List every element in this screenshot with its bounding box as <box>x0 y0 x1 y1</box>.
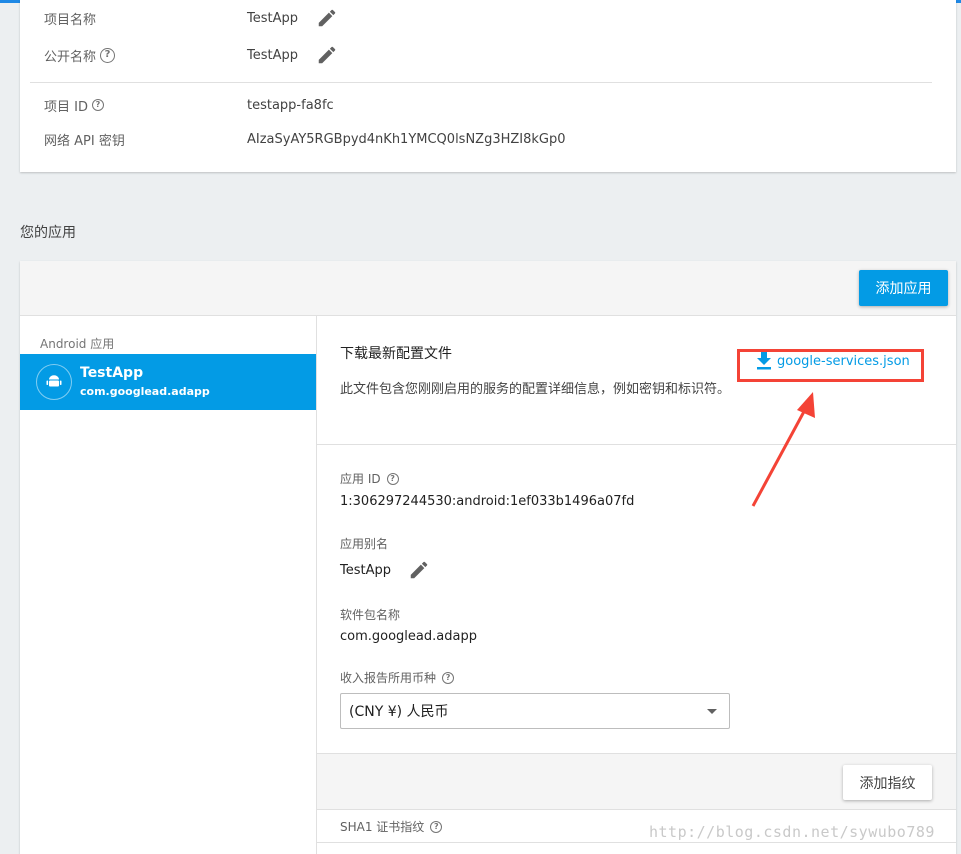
sidebar-app-name: TestApp <box>80 365 144 381</box>
add-fingerprint-button[interactable]: 添加指纹 <box>843 765 932 800</box>
currency-label-wrap: 收入报告所用币种 ? <box>340 669 455 686</box>
fingerprint-bar: 添加指纹 <box>317 753 956 810</box>
public-name-value-wrap: TestApp <box>247 44 338 66</box>
edit-nickname-icon[interactable] <box>408 559 430 581</box>
help-icon[interactable]: ? <box>91 99 104 111</box>
download-google-services-link[interactable]: google-services.json <box>756 352 910 370</box>
download-config-section: 下载最新配置文件 此文件包含您刚刚启用的服务的配置详细信息，例如密钥和标识符。 … <box>317 316 956 445</box>
api-key-value: AIzaSyAY5RGBpyd4nKh1YMCQ0lsNZg3HZI8kGp0 <box>247 131 566 147</box>
package-name-value: com.googlead.adapp <box>340 629 477 644</box>
sha1-label-wrap: SHA1 证书指纹 ? <box>340 818 443 835</box>
add-app-button[interactable]: 添加应用 <box>859 270 948 306</box>
project-name-value-wrap: TestApp <box>247 7 338 29</box>
dropdown-caret-icon <box>707 709 717 714</box>
package-name-label: 软件包名称 <box>340 608 401 622</box>
currency-label: 收入报告所用币种 <box>340 671 437 685</box>
apps-header: 添加应用 <box>20 261 956 316</box>
apps-section-title: 您的应用 <box>20 225 76 241</box>
sha1-divider <box>317 842 956 843</box>
app-id-label-wrap: 应用 ID ? <box>340 470 399 487</box>
api-key-row: 网络 API 密钥 AIzaSyAY5RGBpyd4nKh1YMCQ0lsNZg… <box>20 124 956 154</box>
android-icon <box>36 364 72 400</box>
help-icon[interactable]: ? <box>430 820 443 833</box>
app-detail-panel: 下载最新配置文件 此文件包含您刚刚启用的服务的配置详细信息，例如密钥和标识符。 … <box>317 316 956 854</box>
apps-card: 添加应用 Android 应用 TestApp com.googlead.ada… <box>20 261 956 854</box>
project-id-label-wrap: 项目 ID ? <box>44 96 104 115</box>
edit-project-name-icon[interactable] <box>316 7 338 29</box>
help-icon[interactable]: ? <box>100 47 116 63</box>
download-file-name: google-services.json <box>777 353 910 369</box>
edit-public-name-icon[interactable] <box>316 44 338 66</box>
currency-selected-value: (CNY ¥) 人民币 <box>349 704 449 720</box>
android-apps-heading: Android 应用 <box>40 337 115 351</box>
download-icon <box>757 352 771 370</box>
project-name-label: 项目名称 <box>44 12 97 28</box>
project-divider <box>30 82 932 83</box>
app-id-label: 应用 ID <box>340 472 381 486</box>
apps-sidebar: Android 应用 TestApp com.googlead.adapp <box>20 316 317 854</box>
sidebar-app-package: com.googlead.adapp <box>80 385 210 398</box>
sidebar-item-testapp[interactable]: TestApp com.googlead.adapp <box>20 354 316 410</box>
help-icon[interactable]: ? <box>386 472 399 485</box>
public-name-label-wrap: 公开名称 ? <box>44 46 116 65</box>
currency-select[interactable]: (CNY ¥) 人民币 <box>340 693 730 729</box>
project-id-value: testapp-fa8fc <box>247 97 334 113</box>
app-nickname-label: 应用别名 <box>340 537 389 551</box>
project-id-row: 项目 ID ? testapp-fa8fc <box>20 90 956 120</box>
project-id-label: 项目 ID <box>44 99 88 115</box>
help-icon[interactable]: ? <box>442 671 455 684</box>
project-name-value: TestApp <box>247 10 298 26</box>
api-key-label: 网络 API 密钥 <box>44 133 125 149</box>
project-settings-card: 项目名称 TestApp 公开名称 ? TestApp 项目 ID ? test… <box>20 0 956 172</box>
public-name-value: TestApp <box>247 47 298 63</box>
public-name-label: 公开名称 <box>44 49 97 65</box>
watermark-text: http://blog.csdn.net/sywubo789 <box>649 823 935 841</box>
sha1-label: SHA1 证书指纹 <box>340 820 425 834</box>
download-config-description: 此文件包含您刚刚启用的服务的配置详细信息，例如密钥和标识符。 <box>340 382 731 397</box>
red-arrow-annotation <box>751 392 815 507</box>
app-id-value: 1:306297244530:android:1ef033b1496a07fd <box>340 494 635 509</box>
app-nickname-value: TestApp <box>340 562 391 578</box>
app-nickname-value-wrap: TestApp <box>340 559 430 581</box>
download-config-title: 下载最新配置文件 <box>340 346 452 362</box>
project-name-row: 项目名称 TestApp <box>20 3 956 33</box>
public-name-row: 公开名称 ? TestApp <box>20 40 956 70</box>
